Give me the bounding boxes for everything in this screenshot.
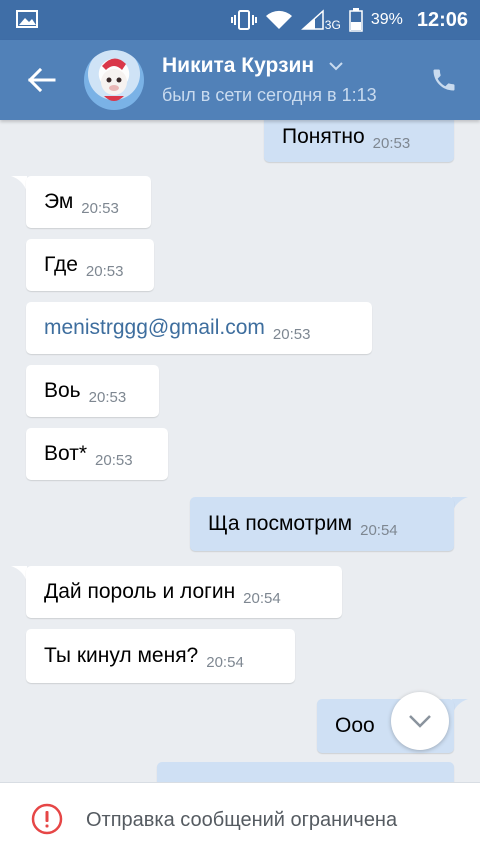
message-text: Ща посмотрим (208, 512, 353, 535)
message-time: 20:53 (85, 263, 124, 280)
bubble-tail (452, 699, 468, 715)
bubble-tail (11, 176, 27, 192)
message-text: Эм (44, 190, 74, 213)
message-time: 20:53 (272, 326, 311, 343)
phone-icon[interactable] (430, 66, 458, 94)
message-text: Вот* (44, 442, 88, 465)
vibrate-icon (230, 10, 257, 30)
contact-name[interactable]: Никита Курзин (162, 54, 344, 78)
message-incoming[interactable]: Где 20:53 (26, 239, 154, 291)
message-incoming[interactable]: Вот* 20:53 (26, 428, 168, 480)
message-incoming[interactable]: Воь 20:53 (26, 365, 159, 417)
battery-level: 39% (370, 11, 403, 28)
avatar-image (101, 58, 127, 101)
message-time: 20:54 (243, 590, 281, 607)
message-text: Ооо (335, 714, 375, 737)
message-text: Понятно (282, 125, 365, 148)
restriction-notice-text: Отправка сообщений ограничена (86, 809, 398, 831)
message-incoming[interactable]: Эм 20:53 (26, 176, 151, 228)
contact-name-label: Никита Курзин (162, 54, 315, 77)
message-incoming[interactable]: Ты кинул меня? 20:54 (26, 629, 295, 683)
message-time: 20:53 (88, 389, 127, 406)
bubble-tail (11, 566, 27, 582)
message-text: Воь (44, 379, 81, 402)
wifi-icon (265, 10, 292, 29)
message-text: Ты кинул меня? (44, 644, 199, 667)
message-incoming[interactable]: Дай пороль и логин 20:54 (26, 566, 342, 618)
message-time: 20:53 (81, 200, 119, 217)
scroll-down-button[interactable] (391, 692, 449, 750)
message-time: 20:54 (360, 522, 398, 539)
warning-icon (31, 803, 63, 835)
message-time: 20:54 (206, 654, 244, 671)
message-outgoing-partial[interactable] (157, 762, 454, 782)
battery-icon (349, 8, 363, 32)
message-outgoing[interactable]: Понятно 20:53 (264, 120, 454, 162)
message-time: 20:53 (95, 452, 133, 469)
signal-icon (300, 9, 324, 30)
message-text: Где (44, 253, 78, 276)
chat-header: Никита Курзин был в сети сегодня в 1:13 (0, 40, 480, 120)
chevron-down-icon (329, 62, 343, 71)
bubble-tail (452, 497, 468, 513)
network-type: 3G (324, 18, 341, 32)
restriction-notice-bar: Отправка сообщений ограничена (0, 782, 480, 855)
email-link[interactable]: menistrggg@gmail.com (44, 316, 265, 339)
message-list[interactable]: Понятно 20:53 Эм 20:53 Где 20:53 menistrggg… (0, 120, 480, 782)
gallery-icon (16, 10, 38, 28)
clock: 12:06 (416, 8, 468, 31)
status-bar: 3G 39% 12:06 (0, 0, 480, 40)
message-text: Дай пороль и логин (44, 580, 236, 603)
message-time: 20:53 (372, 135, 411, 152)
last-seen-status: был в сети сегодня в 1:13 (162, 85, 377, 105)
message-outgoing[interactable]: Ща посмотрим 20:54 (190, 497, 454, 551)
message-incoming[interactable]: menistrggg@gmail.com 20:53 (26, 302, 372, 354)
avatar[interactable] (84, 50, 144, 110)
back-arrow-icon[interactable] (22, 62, 62, 98)
chevron-down-icon (409, 715, 431, 728)
